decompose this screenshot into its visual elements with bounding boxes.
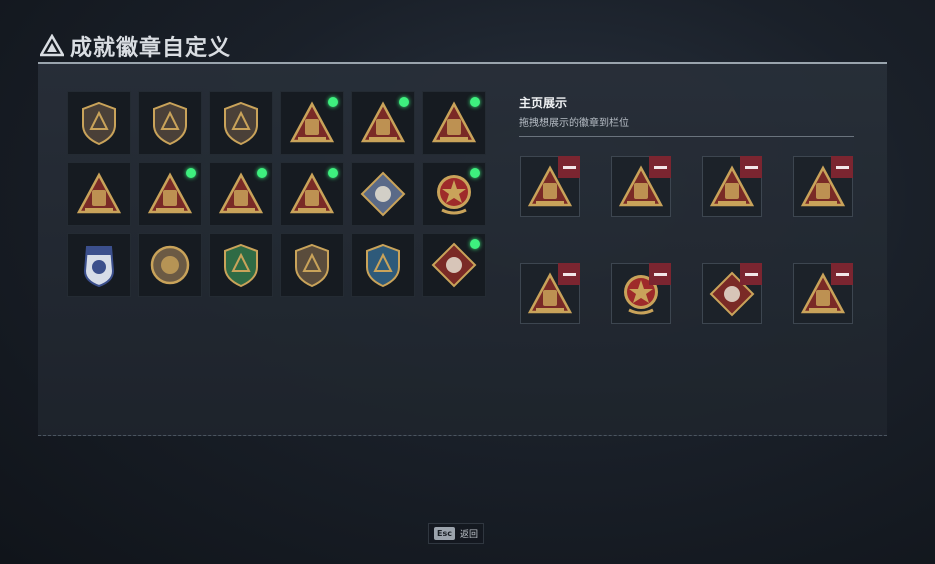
remove-badge-button[interactable] [831, 156, 853, 178]
number-one-triangle-badge-icon [147, 172, 193, 214]
badge-cell[interactable] [138, 162, 202, 226]
winged-triangle-badge-icon [218, 172, 264, 214]
badge-cell[interactable] [280, 233, 344, 297]
remove-badge-button[interactable] [740, 263, 762, 285]
owned-indicator-icon [186, 168, 196, 178]
wing-shield-badge-icon [224, 101, 258, 146]
showcase-header: 主页展示 拖拽想展示的徽章到栏位 [519, 94, 854, 137]
blue-police-shield-badge-icon [83, 246, 115, 288]
backpack-triangle-badge-icon [289, 101, 335, 143]
remove-badge-button[interactable] [831, 263, 853, 285]
badge-cell[interactable] [209, 233, 273, 297]
showcase-slot[interactable] [520, 156, 580, 217]
helicopter-shield-badge-icon [153, 101, 187, 146]
remove-badge-button[interactable] [740, 156, 762, 178]
back-label: 返回 [459, 530, 478, 540]
badge-cell[interactable] [138, 91, 202, 155]
badge-cell[interactable] [67, 162, 131, 226]
badge-cell[interactable] [280, 91, 344, 155]
badge-cell[interactable] [422, 91, 486, 155]
crossed-circle-shield-badge-icon [295, 243, 329, 288]
showcase-slot[interactable] [793, 263, 853, 324]
showcase-subtitle: 拖拽想展示的徽章到栏位 [519, 118, 629, 129]
blue-arrows-shield-badge-icon [366, 243, 400, 288]
radio-58-triangle-badge-icon [360, 101, 406, 143]
hand-gesture-triangle-badge-icon [76, 172, 122, 214]
badge-cell[interactable] [280, 162, 344, 226]
badge-cell[interactable] [209, 91, 273, 155]
green-crosshair-shield-badge-icon [224, 243, 258, 288]
badge-cell[interactable] [138, 233, 202, 297]
badge-cell[interactable] [351, 233, 415, 297]
showcase-slot[interactable] [611, 263, 671, 324]
owned-indicator-icon [257, 168, 267, 178]
owned-indicator-icon [399, 97, 409, 107]
remove-badge-button[interactable] [649, 156, 671, 178]
badge-cell[interactable] [422, 233, 486, 297]
showcase-slot[interactable] [520, 263, 580, 324]
page-header: 成就徽章自定义 [40, 30, 231, 62]
soldier-triangle-badge-icon [289, 172, 335, 214]
showcase-slot[interactable] [702, 156, 762, 217]
bronze-cloud-medal-badge-icon [150, 245, 190, 285]
page-title: 成就徽章自定义 [70, 36, 232, 61]
divider [519, 136, 854, 137]
remove-badge-button[interactable] [649, 263, 671, 285]
star-medal-badge-icon [437, 175, 471, 215]
badge-cell[interactable] [67, 91, 131, 155]
owned-indicator-icon [470, 239, 480, 249]
badge-cell[interactable] [351, 162, 415, 226]
back-button[interactable]: Esc 返回 [428, 523, 484, 544]
crystal-diamond-badge-icon [360, 171, 406, 217]
owned-indicator-icon [470, 168, 480, 178]
badge-collection-grid [67, 91, 486, 297]
wolf-diamond-badge-icon [431, 242, 477, 288]
showcase-slots [520, 156, 853, 324]
owned-indicator-icon [328, 97, 338, 107]
badge-cell[interactable] [422, 162, 486, 226]
owned-indicator-icon [328, 168, 338, 178]
showcase-title: 主页展示 [519, 96, 568, 110]
remove-badge-button[interactable] [558, 156, 580, 178]
esc-key-icon: Esc [434, 527, 455, 540]
badge-cell[interactable] [209, 162, 273, 226]
showcase-slot[interactable] [611, 156, 671, 217]
showcase-slot[interactable] [702, 263, 762, 324]
triangle-logo-icon [40, 34, 64, 57]
remove-badge-button[interactable] [558, 263, 580, 285]
triangle-shield-badge-icon [82, 101, 116, 146]
badge-panel: 主页展示 拖拽想展示的徽章到栏位 [38, 62, 887, 436]
owned-indicator-icon [470, 97, 480, 107]
showcase-slot[interactable] [793, 156, 853, 217]
badge-cell[interactable] [67, 233, 131, 297]
sentry-triangle-badge-icon [431, 101, 477, 143]
badge-cell[interactable] [351, 91, 415, 155]
